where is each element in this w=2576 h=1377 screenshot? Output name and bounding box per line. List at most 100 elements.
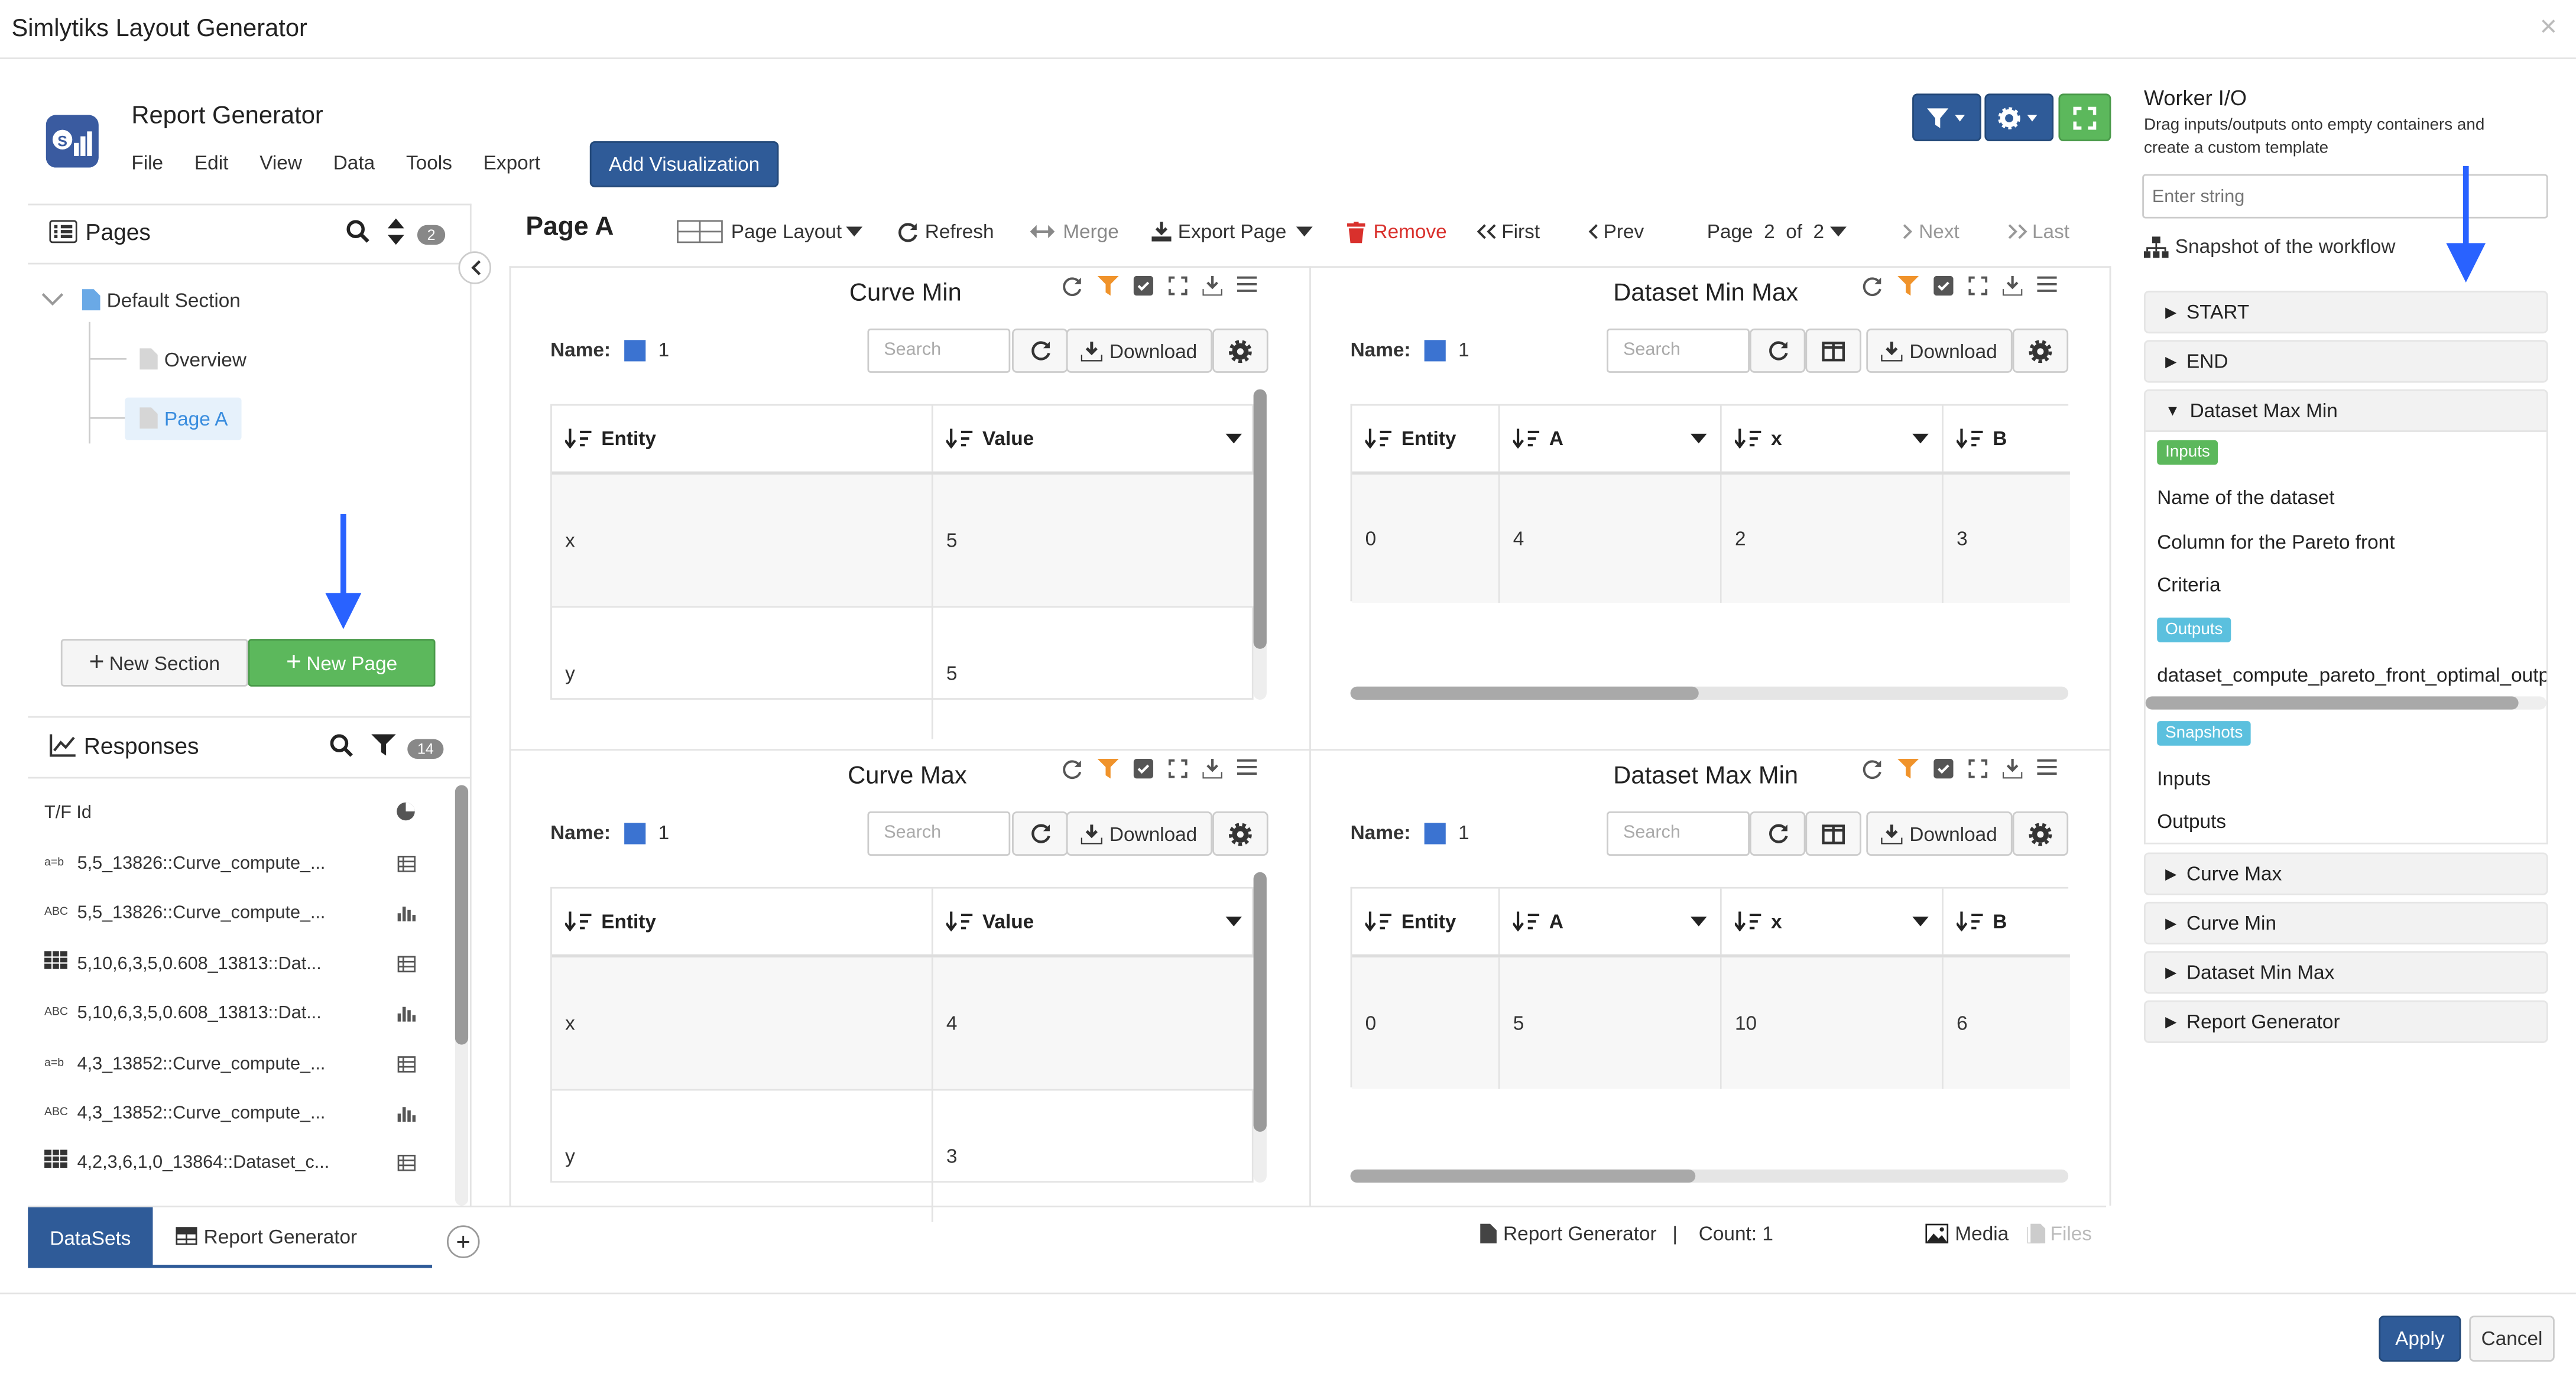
export-page-dropdown[interactable]: Export Page (1151, 220, 1313, 243)
chevron-down-icon[interactable] (41, 293, 64, 307)
settings-button[interactable] (1212, 328, 1268, 373)
list-item[interactable]: 5,10,6,3,5,0.608_13813::Dat... (44, 951, 422, 980)
menu-tools[interactable]: Tools (406, 151, 452, 174)
download-icon[interactable] (2002, 759, 2023, 780)
files-button[interactable]: Files (2027, 1222, 2092, 1245)
checkbox-icon[interactable] (1133, 759, 1154, 780)
expand-icon[interactable] (1168, 759, 1188, 780)
tree-section-default[interactable]: Default Section (107, 289, 241, 312)
input-item-pareto-column[interactable]: Column for the Pareto front (2157, 531, 2395, 554)
column-header-x[interactable]: x (1722, 888, 1944, 954)
settings-button[interactable] (2012, 328, 2069, 373)
filter-icon[interactable] (371, 734, 396, 756)
output-item-pareto-front[interactable]: dataset_compute_pareto_front_optimal_out… (2157, 664, 2546, 687)
column-header-value[interactable]: Value (933, 889, 1255, 954)
search-icon[interactable] (330, 734, 353, 757)
list-item[interactable]: ABC 5,10,6,3,5,0.608_13813::Dat... (44, 1001, 422, 1030)
accordion-dataset-min-max[interactable]: ▶ Dataset Min Max (2143, 951, 2548, 994)
download-button[interactable]: Download (1866, 811, 2013, 856)
expand-icon[interactable] (1968, 759, 1988, 780)
remove-button[interactable]: Remove (1347, 220, 1447, 243)
outputs-scrollbar[interactable] (2145, 696, 2546, 710)
filter-dropdown-button[interactable] (1912, 93, 1981, 142)
download-icon[interactable] (1202, 759, 1222, 780)
refresh-button[interactable] (1749, 328, 1806, 373)
column-header-a[interactable]: A (1500, 888, 1722, 954)
search-icon[interactable] (346, 220, 369, 243)
refresh-button[interactable] (1012, 328, 1068, 373)
expand-icon[interactable] (1168, 276, 1188, 297)
accordion-start[interactable]: ▶ START (2143, 290, 2548, 334)
input-item-criteria[interactable]: Criteria (2157, 573, 2220, 596)
input-item-name-of-dataset[interactable]: Name of the dataset (2157, 486, 2334, 509)
checkbox-icon[interactable] (1933, 759, 1954, 780)
add-visualization-button[interactable]: Add Visualization (589, 141, 779, 187)
tab-report-generator[interactable]: Report Generator (153, 1207, 432, 1268)
columns-button[interactable] (1805, 328, 1861, 373)
refresh-icon[interactable] (1061, 759, 1082, 780)
page-selector-dropdown[interactable]: Page 2 of 2 (1707, 220, 1848, 243)
column-header-b[interactable]: B (1944, 889, 2070, 954)
filter-icon[interactable] (1897, 275, 1919, 297)
column-header-a[interactable]: A (1500, 405, 1722, 472)
table-scrollbar[interactable] (1253, 389, 1267, 700)
download-button[interactable]: Download (1866, 328, 2013, 373)
page-layout-dropdown[interactable]: Page Layout (677, 220, 864, 243)
download-button[interactable]: Download (1066, 811, 1213, 856)
first-page-button[interactable]: First (1477, 220, 1540, 243)
accordion-dataset-max-min[interactable]: ▼ Dataset Max Min (2143, 389, 2548, 432)
refresh-button[interactable] (1749, 811, 1806, 856)
refresh-button[interactable]: Refresh (897, 220, 994, 243)
list-item[interactable]: ABC 4,3_13852::Curve_compute_... (44, 1100, 422, 1130)
cancel-button[interactable]: Cancel (2469, 1316, 2555, 1362)
download-icon[interactable] (2002, 275, 2023, 297)
media-button[interactable]: Media (1925, 1222, 2009, 1245)
collapse-panel-icon[interactable] (458, 251, 492, 284)
search-input[interactable]: Search (1607, 811, 1750, 856)
menu-icon[interactable] (2037, 759, 2057, 780)
table-horizontal-scrollbar[interactable] (1350, 1169, 2069, 1183)
filter-icon[interactable] (1097, 759, 1119, 780)
snapshot-of-workflow[interactable]: Snapshot of the workflow (2143, 235, 2395, 258)
menu-export[interactable]: Export (484, 151, 540, 174)
refresh-icon[interactable] (1861, 276, 1883, 297)
column-header-entity[interactable]: Entity (552, 888, 933, 954)
tree-page-overview[interactable]: Overview (164, 348, 246, 371)
column-header-b[interactable]: B (1944, 405, 2070, 471)
menu-icon[interactable] (1237, 276, 1257, 297)
list-item[interactable]: a=b 4,3_13852::Curve_compute_... (44, 1051, 422, 1081)
settings-button[interactable] (2012, 811, 2069, 856)
new-page-button[interactable]: + New Page (248, 639, 436, 687)
download-button[interactable]: Download (1066, 328, 1213, 373)
refresh-button[interactable] (1012, 811, 1068, 856)
column-header-x[interactable]: x (1722, 405, 1944, 472)
snapshot-item-inputs[interactable]: Inputs (2157, 767, 2211, 790)
last-page-button[interactable]: Last (2007, 220, 2069, 243)
search-input[interactable]: Search (867, 328, 1011, 373)
checkbox-icon[interactable] (1933, 275, 1954, 297)
accordion-end[interactable]: ▶ END (2143, 340, 2548, 383)
tab-datasets[interactable]: DataSets (28, 1207, 153, 1268)
refresh-icon[interactable] (1061, 276, 1082, 297)
column-header-value[interactable]: Value (933, 405, 1255, 471)
accordion-report-generator[interactable]: ▶ Report Generator (2143, 1000, 2548, 1043)
settings-dropdown-button[interactable] (1984, 93, 2054, 142)
columns-button[interactable] (1805, 811, 1861, 856)
snapshot-item-outputs[interactable]: Outputs (2157, 810, 2226, 833)
menu-data[interactable]: Data (333, 151, 375, 174)
fullscreen-button[interactable] (2058, 93, 2111, 142)
close-icon[interactable]: × (2540, 10, 2557, 44)
list-item[interactable]: ABC 5,5_13826::Curve_compute_... (44, 900, 422, 930)
checkbox-icon[interactable] (1133, 275, 1154, 297)
column-header-entity[interactable]: Entity (1352, 405, 1500, 472)
menu-view[interactable]: View (259, 151, 302, 174)
filter-icon[interactable] (1897, 759, 1919, 780)
search-input[interactable]: Search (1607, 328, 1750, 373)
filter-icon[interactable] (1097, 275, 1119, 297)
column-header-entity[interactable]: Entity (1352, 888, 1500, 954)
table-horizontal-scrollbar[interactable] (1350, 686, 2069, 700)
merge-button[interactable]: Merge (1030, 220, 1119, 243)
column-header-entity[interactable]: Entity (552, 405, 933, 472)
prev-page-button[interactable]: Prev (1587, 220, 1644, 243)
apply-button[interactable]: Apply (2379, 1316, 2461, 1362)
